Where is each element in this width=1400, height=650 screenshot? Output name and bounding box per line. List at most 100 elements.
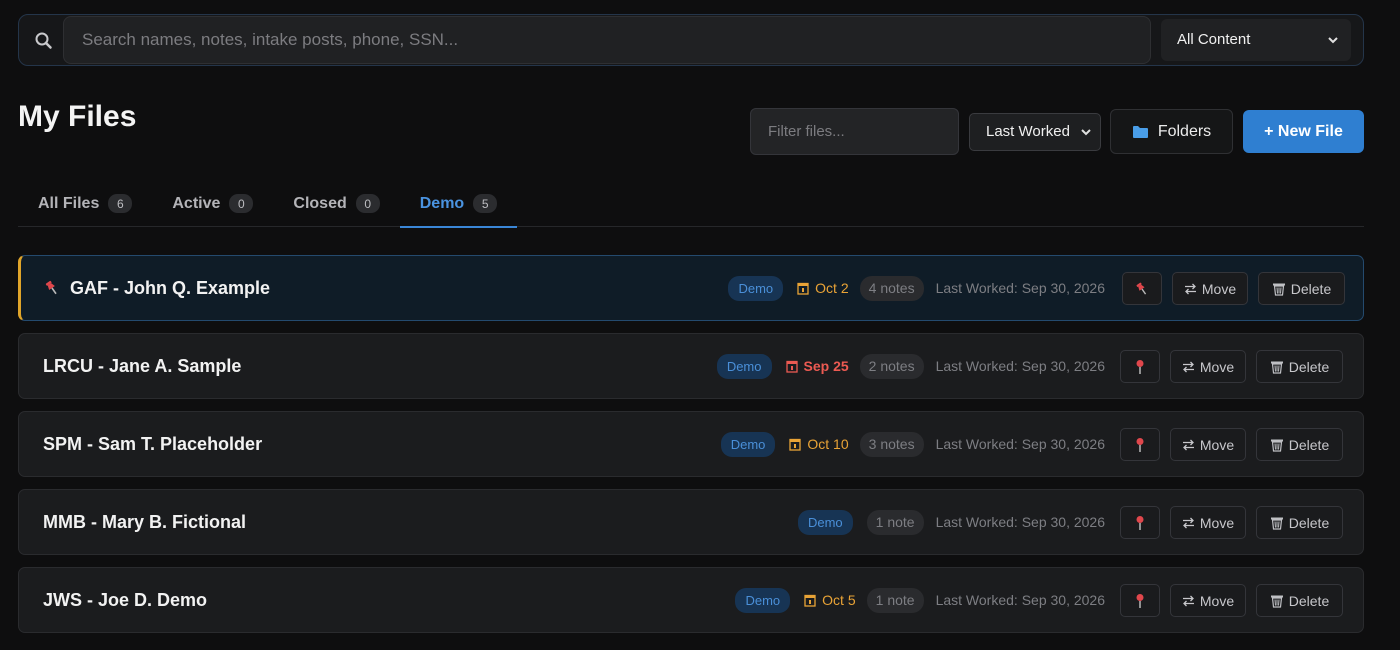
file-title: GAF - John Q. Example [43,256,270,320]
delete-label: Delete [1288,514,1330,531]
last-worked: Last Worked: Sep 30, 2026 [935,358,1105,374]
new-file-button[interactable]: + New File [1243,110,1364,153]
page-title: My Files [18,100,137,133]
pin-button[interactable] [1120,506,1160,539]
tab-demo[interactable]: Demo 5 [399,180,518,228]
swap-arrows-icon [1182,361,1194,372]
delete-label: Delete [1288,436,1330,453]
search-input[interactable] [63,16,1151,64]
file-name: JWS - Joe D. Demo [43,589,208,610]
move-button[interactable]: Move [1170,350,1246,383]
demo-badge: Demo [720,431,776,457]
due-date: Oct 10 [789,436,849,452]
swap-arrows-icon [1182,595,1194,606]
delete-button[interactable]: Delete [1256,428,1343,461]
due-date: Oct 2 [797,280,849,296]
move-button[interactable]: Move [1172,272,1248,305]
swap-arrows-icon [1182,439,1194,450]
folders-label: Folders [1157,122,1212,140]
file-meta: Demo Oct 5 1 note Last Worked: Sep 30, 2… [735,568,1105,632]
chevron-down-icon [1328,37,1338,44]
sort-select[interactable]: Last Worked [969,113,1101,151]
file-row[interactable]: LRCU - Jane A. Sample Demo Sep 25 2 note… [18,333,1364,399]
round-pushpin-icon [1136,515,1144,530]
pin-button[interactable] [1122,272,1162,305]
calendar-icon [789,438,802,451]
move-label: Move [1199,592,1235,609]
file-meta: Demo Sep 25 2 notes Last Worked: Sep 30,… [716,334,1105,398]
search-icon [35,32,52,49]
trash-icon [1270,439,1283,452]
move-button[interactable]: Move [1170,584,1246,617]
move-label: Move [1199,514,1235,531]
sort-value: Last Worked [986,123,1070,140]
pushpin-icon [45,280,57,295]
due-date: Oct 5 [804,592,856,608]
move-label: Move [1199,358,1235,375]
file-meta: Demo Oct 10 3 notes Last Worked: Sep 30,… [720,412,1105,476]
delete-label: Delete [1288,592,1330,609]
swap-arrows-icon [1182,517,1194,528]
pin-button[interactable] [1120,428,1160,461]
file-name: MMB - Mary B. Fictional [43,511,247,532]
tab-count-badge: 0 [355,194,380,213]
file-meta: Demo Oct 2 4 notes Last Worked: Sep 30, … [728,256,1105,320]
demo-badge: Demo [716,353,772,379]
file-title: SPM - Sam T. Placeholder [43,412,262,476]
due-date-text: Sep 25 [803,358,849,374]
file-row[interactable]: JWS - Joe D. Demo Demo Oct 5 1 note Last… [18,567,1364,633]
folders-button[interactable]: Folders [1110,109,1233,154]
search-scope-select[interactable]: All Content [1161,19,1351,61]
tab-count-badge: 6 [108,194,133,213]
notes-count: 2 notes [859,353,924,379]
pin-button[interactable] [1120,350,1160,383]
file-tabs: All Files 6 Active 0 Closed 0 Demo 5 [18,180,1364,228]
due-date-text: Oct 2 [815,280,849,296]
demo-badge: Demo [728,275,784,301]
trash-icon [1270,361,1283,374]
file-name: GAF - John Q. Example [70,277,271,298]
move-button[interactable]: Move [1170,428,1246,461]
move-button[interactable]: Move [1170,506,1246,539]
round-pushpin-icon [1136,593,1144,608]
file-name: SPM - Sam T. Placeholder [43,433,263,454]
tab-label: Demo [419,194,465,212]
filter-files-input[interactable] [750,108,959,155]
tab-count-badge: 5 [473,194,498,213]
file-title: LRCU - Jane A. Sample [43,334,241,398]
tab-all-files[interactable]: All Files 6 [18,180,152,227]
file-row[interactable]: GAF - John Q. Example Demo Oct 2 4 notes… [18,255,1364,321]
pushpin-icon [1136,282,1147,295]
tab-label: Closed [293,194,347,212]
notes-count: 4 notes [859,275,924,301]
notes-count: 1 note [866,587,924,613]
calendar-icon [804,594,816,607]
notes-count: 3 notes [859,431,924,457]
due-date: Sep 25 [785,358,849,374]
delete-label: Delete [1288,358,1330,375]
delete-button[interactable]: Delete [1258,272,1345,305]
swap-arrows-icon [1184,283,1196,294]
trash-icon [1272,283,1285,296]
tab-closed[interactable]: Closed 0 [273,180,399,227]
last-worked: Last Worked: Sep 30, 2026 [935,514,1105,530]
pin-button[interactable] [1120,584,1160,617]
file-name: LRCU - Jane A. Sample [43,355,242,376]
file-row[interactable]: MMB - Mary B. Fictional Demo 1 note Last… [18,489,1364,555]
tab-active[interactable]: Active 0 [152,180,273,227]
tab-label: Active [172,194,221,212]
delete-button[interactable]: Delete [1256,350,1343,383]
file-row[interactable]: SPM - Sam T. Placeholder Demo Oct 10 3 n… [18,411,1364,477]
tab-count-badge: 0 [229,194,254,213]
tab-label: All Files [38,194,100,212]
delete-button[interactable]: Delete [1256,506,1343,539]
delete-button[interactable]: Delete [1256,584,1343,617]
new-file-label: + New File [1264,122,1343,140]
calendar-icon [785,360,798,373]
round-pushpin-icon [1136,359,1144,374]
move-label: Move [1201,280,1237,297]
global-search-bar: All Content [18,14,1364,66]
demo-badge: Demo [735,587,791,613]
demo-badge: Demo [797,509,853,535]
delete-label: Delete [1290,280,1332,297]
